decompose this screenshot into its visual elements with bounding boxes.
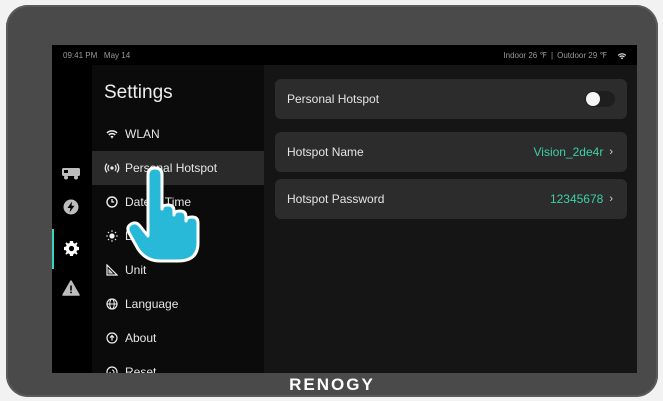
menu-item-label: Language [125,297,179,311]
hotspot-password-row[interactable]: Hotspot Password 12345678 › [275,179,627,219]
pointing-hand-icon [126,165,202,270]
warning-icon[interactable] [60,277,82,299]
toggle-knob [586,92,600,106]
menu-item-label: About [125,331,157,345]
rv-icon[interactable] [60,162,82,184]
hotspot-name-row[interactable]: Hotspot Name Vision_2de4r › [275,132,627,172]
hotspot-name-value: Vision_2de4r [533,145,604,159]
chevron-right-icon: › [609,146,613,158]
hotspot-password-value: 12345678 [549,192,604,206]
menu-item-reset[interactable]: Reset [92,355,264,373]
active-indicator [52,229,54,269]
personal-hotspot-row: Personal Hotspot [275,79,627,119]
status-separator: | [551,51,554,60]
info-icon [103,332,121,344]
ruler-icon [103,264,121,276]
menu-item-label: Reset [125,365,157,373]
wifi-status-icon [617,52,627,60]
hotspot-password-value-wrap: 12345678 › [550,192,613,206]
status-date: May 14 [103,51,131,60]
globe-icon [103,298,121,310]
indoor-temperature: Indoor 26 ℉ [503,51,548,60]
brand-logo: RENOGY [289,375,375,394]
status-bar: 09:41 PM May 14 Indoor 26 ℉ | Outdoor 29… [52,45,637,65]
chevron-right-icon: › [609,193,613,205]
status-time: 09:41 PM [63,51,98,60]
hotspot-password-label: Hotspot Password [287,192,385,206]
hotspot-icon [103,163,121,173]
bolt-icon[interactable] [60,196,82,218]
settings-title: Settings [104,82,173,103]
personal-hotspot-label: Personal Hotspot [287,92,380,106]
outdoor-temperature: Outdoor 29 ℉ [557,51,607,60]
menu-item-language[interactable]: Language [92,287,264,321]
clock-icon [103,196,121,208]
menu-item-label: WLAN [125,127,160,141]
status-left: 09:41 PM May 14 [63,51,130,60]
tablet-device: 09:41 PM May 14 Indoor 26 ℉ | Outdoor 29… [6,5,658,397]
menu-item-about[interactable]: About [92,321,264,355]
hotspot-name-label: Hotspot Name [287,145,364,159]
nav-rail [52,65,92,373]
wifi-icon [103,129,121,139]
menu-item-wlan[interactable]: WLAN [92,117,264,151]
reset-icon [103,366,121,373]
hotspot-name-value-wrap: Vision_2de4r › [533,145,613,159]
brightness-icon [103,230,121,242]
hotspot-panel: Personal Hotspot Hotspot Name Vision_2de… [264,65,637,373]
status-right: Indoor 26 ℉ | Outdoor 29 ℉ [503,51,627,60]
personal-hotspot-toggle[interactable] [585,91,615,107]
gear-icon[interactable] [60,237,82,259]
